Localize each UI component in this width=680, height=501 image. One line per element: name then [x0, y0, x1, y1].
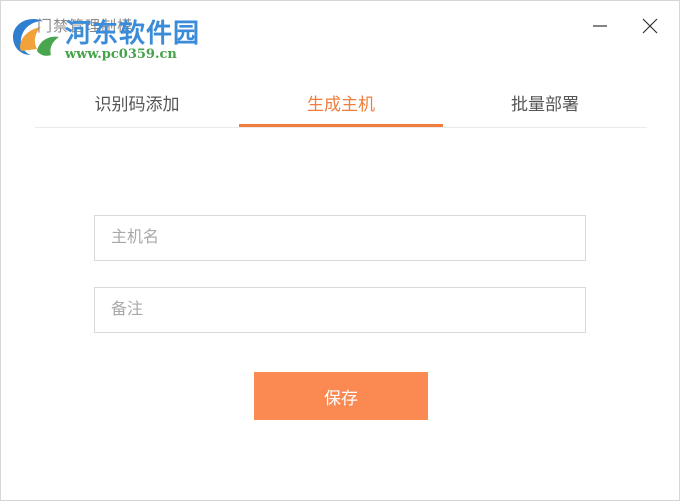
active-tab-indicator [239, 124, 443, 127]
minimize-button[interactable] [585, 11, 615, 41]
tab-bar: 识别码添加 生成主机 批量部署 [35, 79, 647, 128]
title-bar: 门禁管理制模 河东软件园 www.pc0359.cn [1, 1, 679, 62]
close-button[interactable] [635, 11, 665, 41]
save-button[interactable]: 保存 [254, 372, 428, 420]
host-name-input[interactable] [94, 215, 586, 261]
tab-batch-deploy[interactable]: 批量部署 [443, 79, 647, 125]
remark-input[interactable] [94, 287, 586, 333]
watermark-site-url: www.pc0359.cn [65, 47, 177, 62]
watermark-site-name: 河东软件园 [65, 19, 201, 49]
tab-generate-host[interactable]: 生成主机 [239, 79, 443, 125]
close-icon [642, 18, 658, 34]
tab-identification-code[interactable]: 识别码添加 [35, 79, 239, 125]
minimize-icon [593, 25, 607, 27]
app-window: 门禁管理制模 河东软件园 www.pc0359.cn 识别码添加 生成主机 批量… [0, 0, 680, 501]
